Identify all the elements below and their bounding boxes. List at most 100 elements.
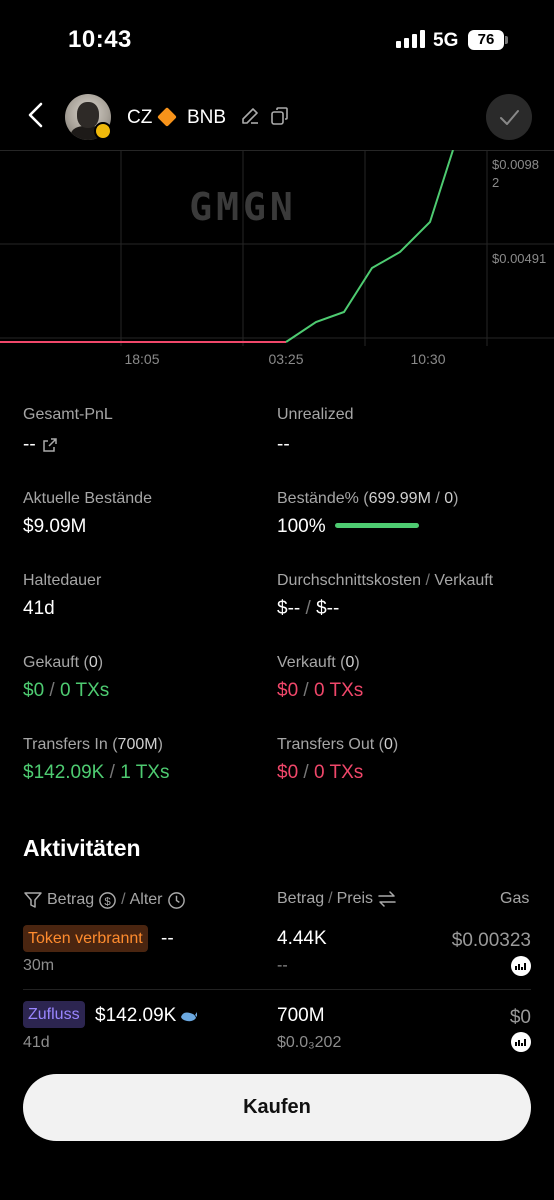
status-bar: 10:43 5G 76 <box>0 0 554 80</box>
bought-label: Gekauft <box>23 654 80 671</box>
tout-label: Transfers Out <box>277 736 375 753</box>
signal-icon <box>396 30 425 48</box>
status-time: 10:43 <box>68 26 132 53</box>
activity-amount: 700M <box>277 1005 325 1026</box>
token-header: CZ BNB <box>0 90 554 146</box>
bought-txs: 0 TXs <box>59 680 110 701</box>
holdings-pct-value: 100% <box>277 516 326 537</box>
avg-cost-value-row: $-- / $-- <box>277 598 339 620</box>
buy-button[interactable]: Kaufen <box>23 1074 531 1141</box>
tout-count: 0 <box>384 736 393 753</box>
activity-tag-burn: Token verbrannt <box>23 925 148 952</box>
holdings-pct-amount: 699.99M <box>368 490 431 507</box>
activities-col-mid: Betrag / Preis <box>277 890 397 908</box>
holdings-label: Aktuelle Bestände <box>23 490 152 507</box>
bought-count: 0 <box>88 654 98 671</box>
filter-icon[interactable] <box>23 890 43 910</box>
tin-label: Transfers In <box>23 736 108 753</box>
holdings-pct-total: 0 <box>444 490 454 507</box>
whale-icon <box>181 1012 198 1022</box>
back-arrow-icon[interactable] <box>22 100 52 130</box>
holdings-pct-slash: / <box>435 490 440 507</box>
activity-gas: $0 <box>509 1007 531 1028</box>
price-chart[interactable]: GMGN $0.0098 2 $0.00491 18:05 03:25 10:3… <box>0 150 554 380</box>
bought-value-row: $0 / 0 TXs <box>23 680 109 702</box>
sold2-usd: $0 <box>277 680 299 701</box>
tin-label-row: Transfers In (700M) <box>23 736 163 753</box>
tout-slash: / <box>303 762 309 783</box>
tin-txs: 1 TXs <box>120 762 170 783</box>
holdings-value: $9.09M <box>23 516 87 537</box>
avg-cost-label-row: Durchschnittskosten / Verkauft <box>277 572 493 590</box>
y-label-top-cont: 2 <box>492 175 499 190</box>
tin-amount: 700M <box>117 736 158 753</box>
activity-age: 30m <box>23 957 55 974</box>
col-price: Preis <box>336 890 374 907</box>
x-label-3: 10:30 <box>410 351 445 367</box>
avg-cost-value: $-- <box>277 598 301 619</box>
gas-chart-icon <box>511 1032 531 1052</box>
dollar-circle-icon[interactable]: $ <box>98 891 117 910</box>
tout-value-row: $0 / 0 TXs <box>277 762 363 784</box>
bought-slash: / <box>49 680 55 701</box>
avg-cost-sep: / <box>425 572 430 589</box>
tout-usd: $0 <box>277 762 299 783</box>
sold2-value-row: $0 / 0 TXs <box>277 680 363 702</box>
network-type: 5G <box>433 30 459 51</box>
tout-txs: 0 TXs <box>313 762 364 783</box>
y-label-top: $0.0098 <box>492 157 539 172</box>
sold2-label-row: Verkauft (0) <box>277 654 360 671</box>
tin-value-row: $142.09K / 1 TXs <box>23 762 169 784</box>
svg-text:$: $ <box>104 895 111 907</box>
activity-usd: $142.09K <box>95 1005 177 1026</box>
x-label-2: 03:25 <box>268 351 303 367</box>
tin-slash: / <box>109 762 115 783</box>
sold2-slash: / <box>303 680 309 701</box>
col-gas: Gas <box>500 890 530 907</box>
swap-arrows-icon[interactable] <box>377 890 397 908</box>
hold-duration-value: 41d <box>23 598 55 619</box>
clock-icon[interactable] <box>167 891 186 910</box>
external-link-icon[interactable] <box>42 437 58 453</box>
activities-title: Aktivitäten <box>23 835 141 861</box>
sold2-txs: 0 TXs <box>313 680 364 701</box>
activity-tag-inflow: Zufluss <box>23 1001 85 1028</box>
sold-value: $-- <box>316 598 340 619</box>
sold2-count: 0 <box>345 654 355 671</box>
confirm-button[interactable] <box>486 94 532 140</box>
activity-usd-row: $142.09K <box>95 1005 198 1027</box>
edit-icon[interactable] <box>240 106 260 126</box>
col-sep2: / <box>328 890 333 907</box>
col-amount2: Betrag <box>277 890 325 907</box>
chain-badge-icon <box>94 122 112 140</box>
activity-amount: 4.44K <box>277 928 327 949</box>
holdings-pct-label-row: Bestände% (699.99M / 0) <box>277 490 459 507</box>
token-name: CZ <box>127 107 153 128</box>
sold2-label: Verkauft <box>277 654 336 671</box>
col-amount[interactable]: Betrag <box>47 891 94 909</box>
hold-duration-label: Haltedauer <box>23 572 102 589</box>
pnl-label: Gesamt-PnL <box>23 406 113 423</box>
pnl-value: -- <box>23 434 36 455</box>
battery-icon: 76 <box>468 30 504 50</box>
price-line-rise <box>285 150 454 343</box>
copy-icon[interactable] <box>270 106 290 126</box>
y-label-mid: $0.00491 <box>492 251 546 266</box>
avg-cost-label: Durchschnittskosten <box>277 572 422 589</box>
check-icon <box>500 110 519 125</box>
unrealized-value: -- <box>277 434 290 455</box>
token-symbol: BNB <box>187 107 227 128</box>
avg-cost-slash: / <box>305 598 311 619</box>
row-divider <box>23 989 531 990</box>
x-label-1: 18:05 <box>124 351 159 367</box>
bought-label-row: Gekauft (0) <box>23 654 104 671</box>
activity-price: -- <box>277 957 288 974</box>
activity-gas: $0.00323 <box>451 930 531 951</box>
sold-label: Verkauft <box>434 572 494 589</box>
pnl-value-row: -- <box>23 434 58 456</box>
col-age[interactable]: Alter <box>130 891 163 909</box>
bought-usd: $0 <box>23 680 45 701</box>
activity-age: 41d <box>23 1034 50 1051</box>
col-sep: / <box>121 891 126 908</box>
unrealized-label: Unrealized <box>277 406 354 423</box>
